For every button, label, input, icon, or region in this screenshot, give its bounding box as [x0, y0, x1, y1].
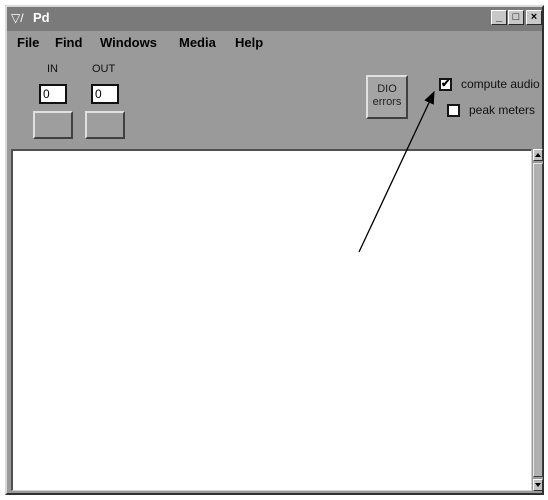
- in-clip-button[interactable]: [33, 111, 73, 139]
- scroll-down-arrow-icon[interactable]: [533, 479, 543, 491]
- in-level-field[interactable]: 0: [39, 84, 67, 104]
- menu-windows[interactable]: Windows: [100, 35, 157, 50]
- console-scrollbar[interactable]: [533, 149, 543, 491]
- compute-audio-label: compute audio: [461, 77, 540, 91]
- menu-file[interactable]: File: [17, 35, 39, 50]
- menu-media[interactable]: Media: [179, 35, 216, 50]
- peak-meters-checkbox[interactable]: [447, 104, 460, 117]
- console-text-area[interactable]: [11, 149, 532, 491]
- pd-main-window: ▽/ Pd _ □ × File Find Windows Media Help…: [5, 5, 544, 495]
- close-button[interactable]: ×: [526, 10, 542, 25]
- out-clip-button[interactable]: [85, 111, 125, 139]
- compute-audio-checkbox[interactable]: ✔: [439, 78, 452, 91]
- scroll-up-arrow-icon[interactable]: [533, 149, 543, 161]
- out-level-field[interactable]: 0: [91, 84, 119, 104]
- scrollbar-thumb[interactable]: [533, 163, 543, 477]
- title-bar[interactable]: ▽/ Pd _ □ ×: [7, 7, 542, 31]
- maximize-button[interactable]: □: [508, 10, 524, 25]
- dio-errors-line2: errors: [372, 96, 402, 108]
- menu-bar: File Find Windows Media Help: [7, 33, 542, 51]
- in-label: IN: [47, 63, 58, 75]
- window-title: Pd: [33, 10, 50, 25]
- out-label: OUT: [92, 63, 116, 75]
- minimize-button[interactable]: _: [491, 10, 507, 25]
- dio-errors-line1: DIO: [377, 83, 397, 95]
- menu-find[interactable]: Find: [55, 35, 82, 50]
- dio-errors-button[interactable]: DIO errors: [366, 75, 408, 119]
- pd-logo-icon: ▽/: [11, 11, 24, 25]
- peak-meters-label: peak meters: [469, 103, 536, 117]
- menu-help[interactable]: Help: [235, 35, 263, 50]
